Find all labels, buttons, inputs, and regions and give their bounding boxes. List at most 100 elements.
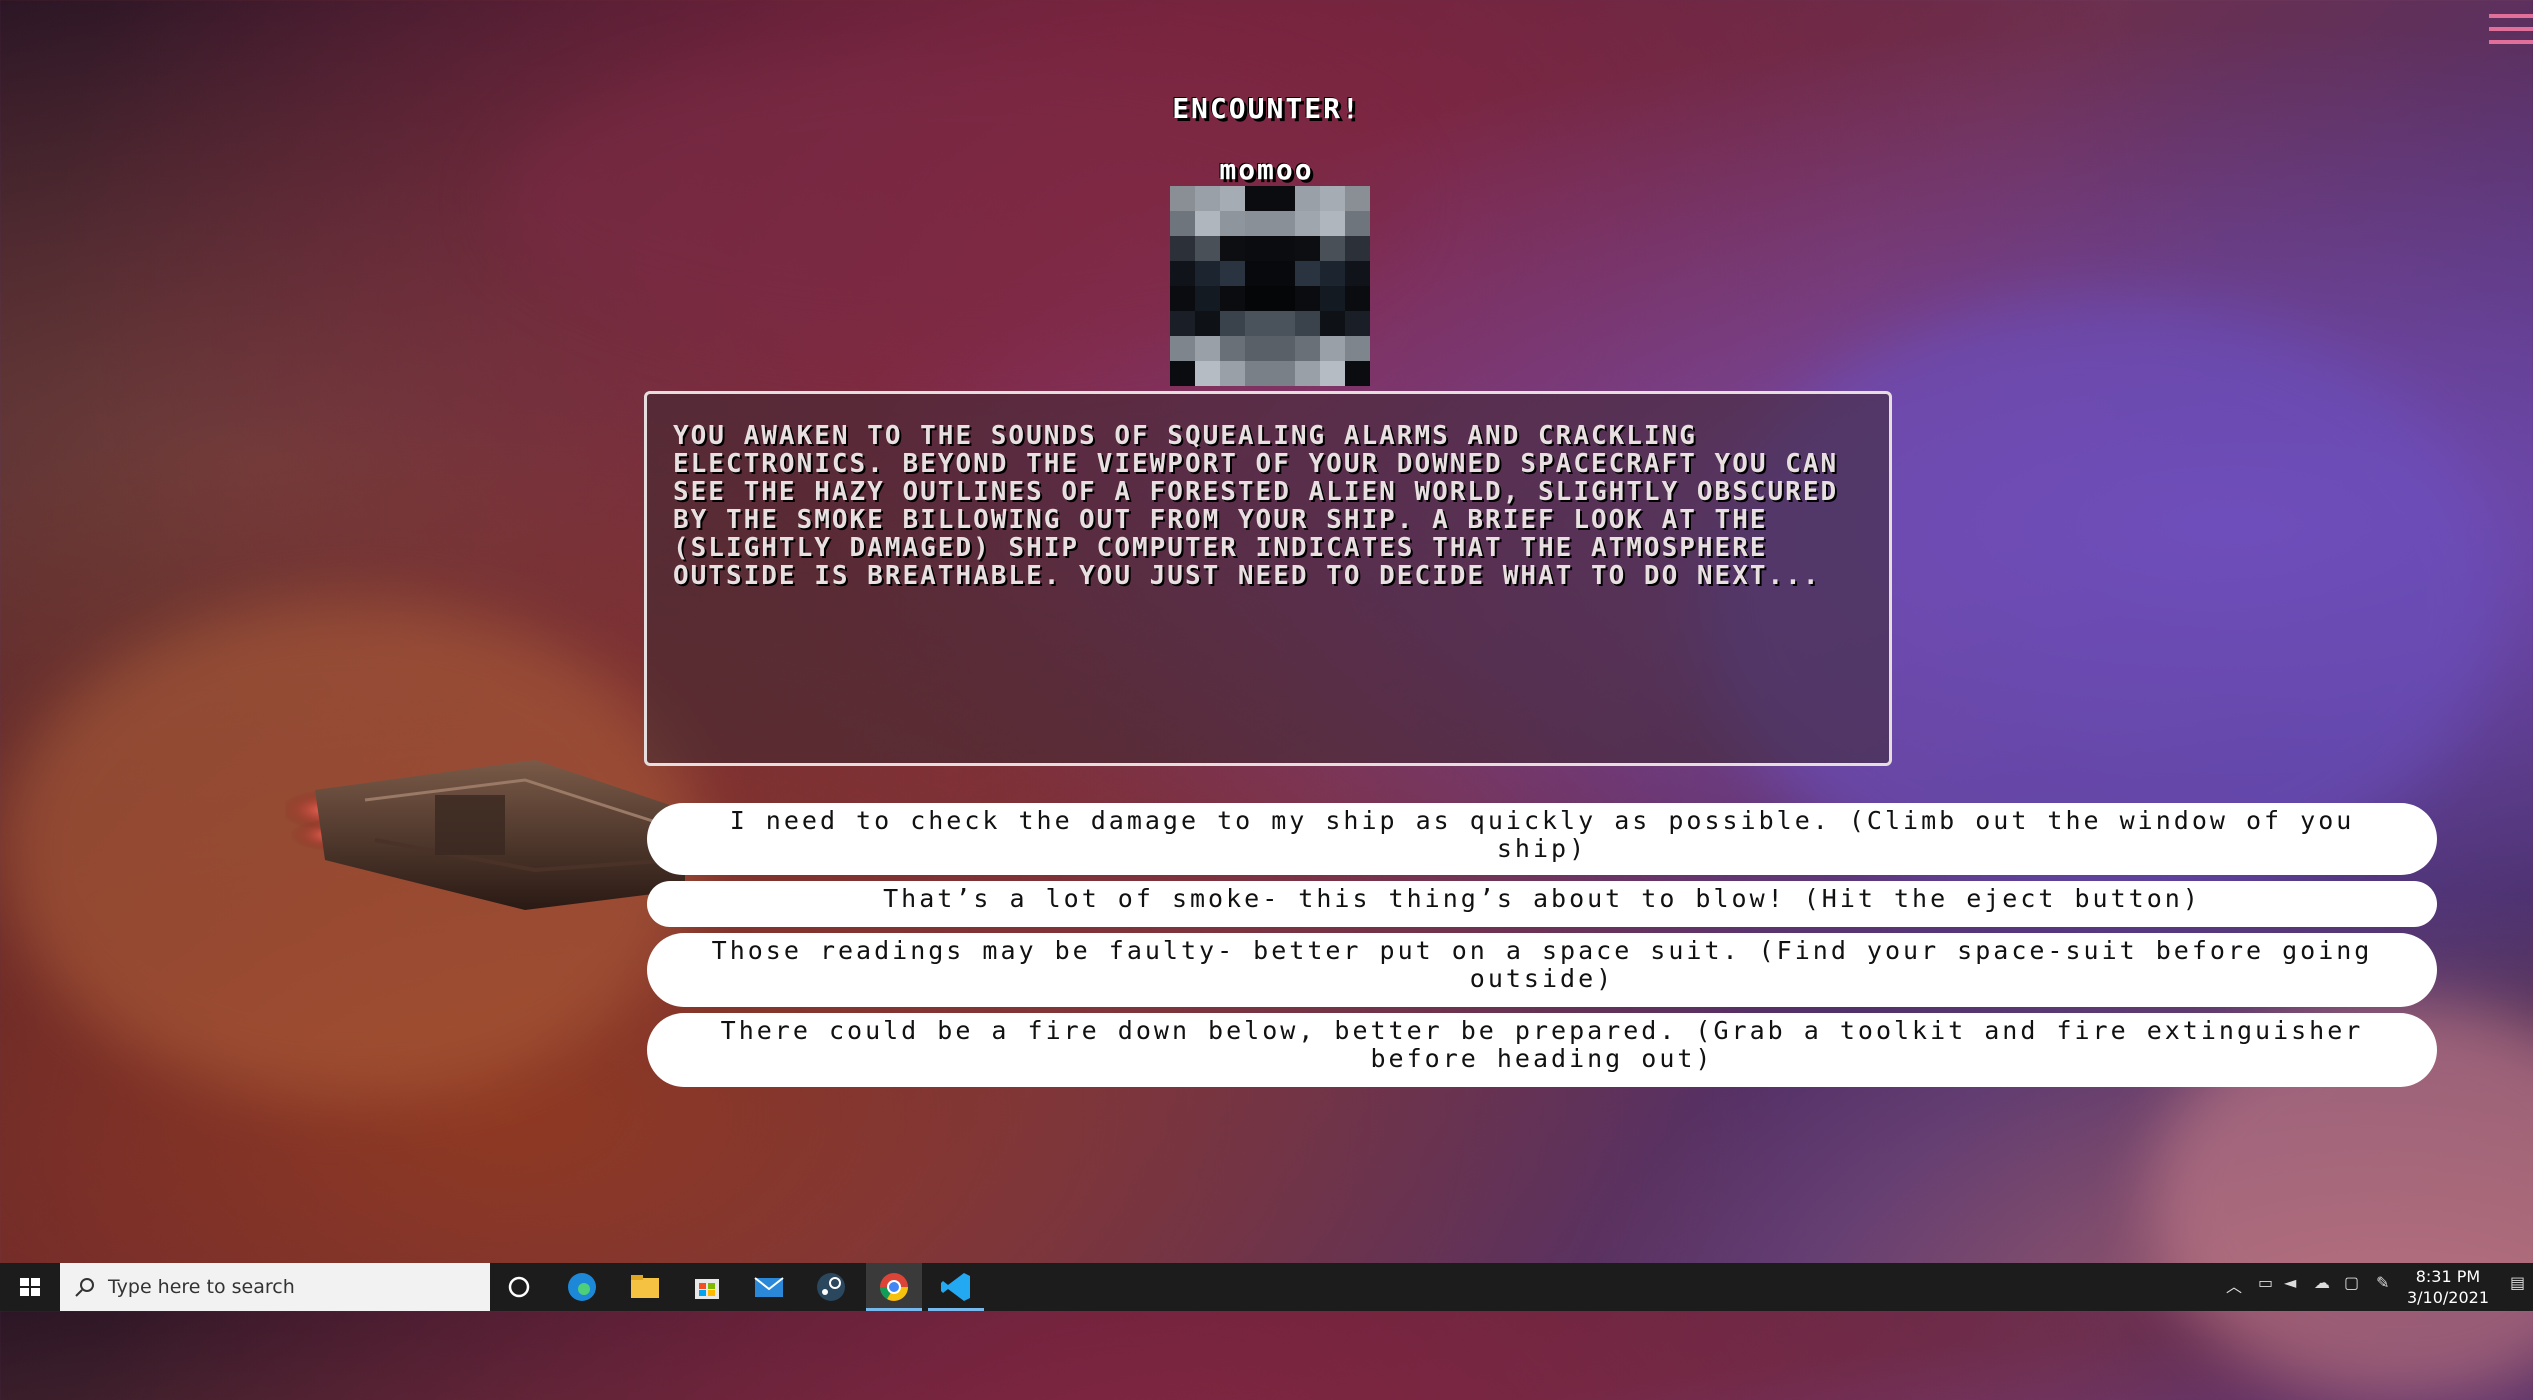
menu-bar [2489,27,2533,31]
portrait-pixel [1295,186,1320,211]
portrait-pixel [1345,261,1370,286]
portrait-pixel [1245,186,1270,211]
portrait-pixel [1170,261,1195,286]
vscode-tab[interactable] [928,1263,984,1311]
story-panel: YOU AWAKEN TO THE SOUNDS OF SQUEALING AL… [644,391,1892,766]
portrait-pixel [1270,186,1295,211]
portrait-pixel [1270,336,1295,361]
portrait-pixel [1270,286,1295,311]
clock-date: 3/10/2021 [2406,1288,2489,1307]
portrait-pixel [1170,236,1195,261]
portrait-pixel [1270,236,1295,261]
portrait-pixel [1220,261,1245,286]
windows-logo-icon [20,1278,40,1296]
hamburger-menu-icon[interactable] [2489,14,2533,48]
portrait-pixel [1195,311,1220,336]
notification-icon[interactable]: ▤ [2510,1273,2525,1292]
microsoft-store-icon[interactable] [689,1269,725,1305]
portrait-pixel [1320,286,1345,311]
portrait-pixel [1220,211,1245,236]
portrait-pixel [1320,186,1345,211]
portrait-pixel [1220,311,1245,336]
tray-chevron-icon[interactable]: ︿ [2226,1273,2242,1297]
edge-browser-icon[interactable] [564,1269,600,1305]
search-icon [75,1278,94,1297]
enemy-portrait [1170,186,1370,386]
portrait-pixel [1170,186,1195,211]
taskbar-clock[interactable]: 8:31 PM 3/10/2021 [2407,1266,2489,1308]
portrait-pixel [1345,286,1370,311]
start-button[interactable] [0,1263,60,1311]
portrait-pixel [1220,186,1245,211]
portrait-pixel [1195,211,1220,236]
portrait-pixel [1245,286,1270,311]
portrait-pixel [1270,361,1295,386]
portrait-pixel [1320,236,1345,261]
pen-icon[interactable]: ✎ [2376,1273,2389,1292]
portrait-pixel [1295,361,1320,386]
story-text: YOU AWAKEN TO THE SOUNDS OF SQUEALING AL… [673,421,1856,591]
portrait-pixel [1345,336,1370,361]
portrait-pixel [1295,311,1320,336]
choice-button-3[interactable]: Those readings may be faulty- better put… [647,933,2437,1007]
portrait-pixel [1295,211,1320,236]
portrait-pixel [1245,236,1270,261]
clock-time: 8:31 PM [2415,1267,2481,1286]
portrait-pixel [1295,286,1320,311]
portrait-pixel [1270,211,1295,236]
portrait-pixel [1195,336,1220,361]
portrait-pixel [1245,211,1270,236]
steam-icon[interactable] [813,1269,849,1305]
choice-button-4[interactable]: There could be a fire down below, better… [647,1013,2437,1087]
portrait-pixel [1345,236,1370,261]
portrait-pixel [1220,361,1245,386]
portrait-pixel [1320,211,1345,236]
portrait-pixel [1295,236,1320,261]
portrait-pixel [1170,361,1195,386]
portrait-pixel [1245,261,1270,286]
portrait-pixel [1170,286,1195,311]
choice-button-2[interactable]: That’s a lot of smoke- this thing’s abou… [647,881,2437,927]
portrait-pixel [1195,186,1220,211]
portrait-pixel [1320,361,1345,386]
taskbar: Type here to search ︿ ▭ ◄ ☁ ▢ ✎ 8:31 PM … [0,1263,2533,1311]
portrait-pixel [1170,211,1195,236]
portrait-pixel [1295,261,1320,286]
portrait-pixel [1220,236,1245,261]
menu-bar [2489,40,2533,44]
portrait-pixel [1220,286,1245,311]
task-view-icon[interactable] [501,1269,537,1305]
taskbar-search[interactable]: Type here to search [60,1263,490,1311]
volume-icon[interactable]: ◄ [2284,1273,2296,1292]
portrait-pixel [1345,186,1370,211]
display-icon[interactable]: ▢ [2344,1273,2359,1292]
vscode-icon [941,1273,970,1301]
portrait-pixel [1270,261,1295,286]
portrait-pixel [1170,311,1195,336]
portrait-pixel [1245,361,1270,386]
network-icon[interactable]: ▭ [2258,1273,2273,1292]
portrait-pixel [1195,286,1220,311]
portrait-pixel [1345,211,1370,236]
file-explorer-icon[interactable] [627,1269,663,1305]
portrait-pixel [1345,361,1370,386]
choice-button-1[interactable]: I need to check the damage to my ship as… [647,803,2437,875]
portrait-pixel [1345,311,1370,336]
menu-bar [2489,14,2533,18]
portrait-pixel [1245,336,1270,361]
portrait-pixel [1320,336,1345,361]
portrait-pixel [1320,311,1345,336]
portrait-pixel [1220,336,1245,361]
portrait-pixel [1170,336,1195,361]
mail-icon[interactable] [751,1269,787,1305]
onedrive-icon[interactable]: ☁ [2314,1273,2330,1292]
portrait-pixel [1270,311,1295,336]
portrait-pixel [1320,261,1345,286]
chrome-active-tab[interactable] [866,1263,922,1311]
spaceship-image [285,760,685,910]
game-viewport: ENCOUNTER! momoo YOU AWAKEN TO THE SOUND… [0,0,2533,1263]
portrait-pixel [1195,261,1220,286]
encounter-heading: ENCOUNTER! [1172,92,1361,125]
portrait-pixel [1195,236,1220,261]
chrome-icon [880,1273,908,1301]
